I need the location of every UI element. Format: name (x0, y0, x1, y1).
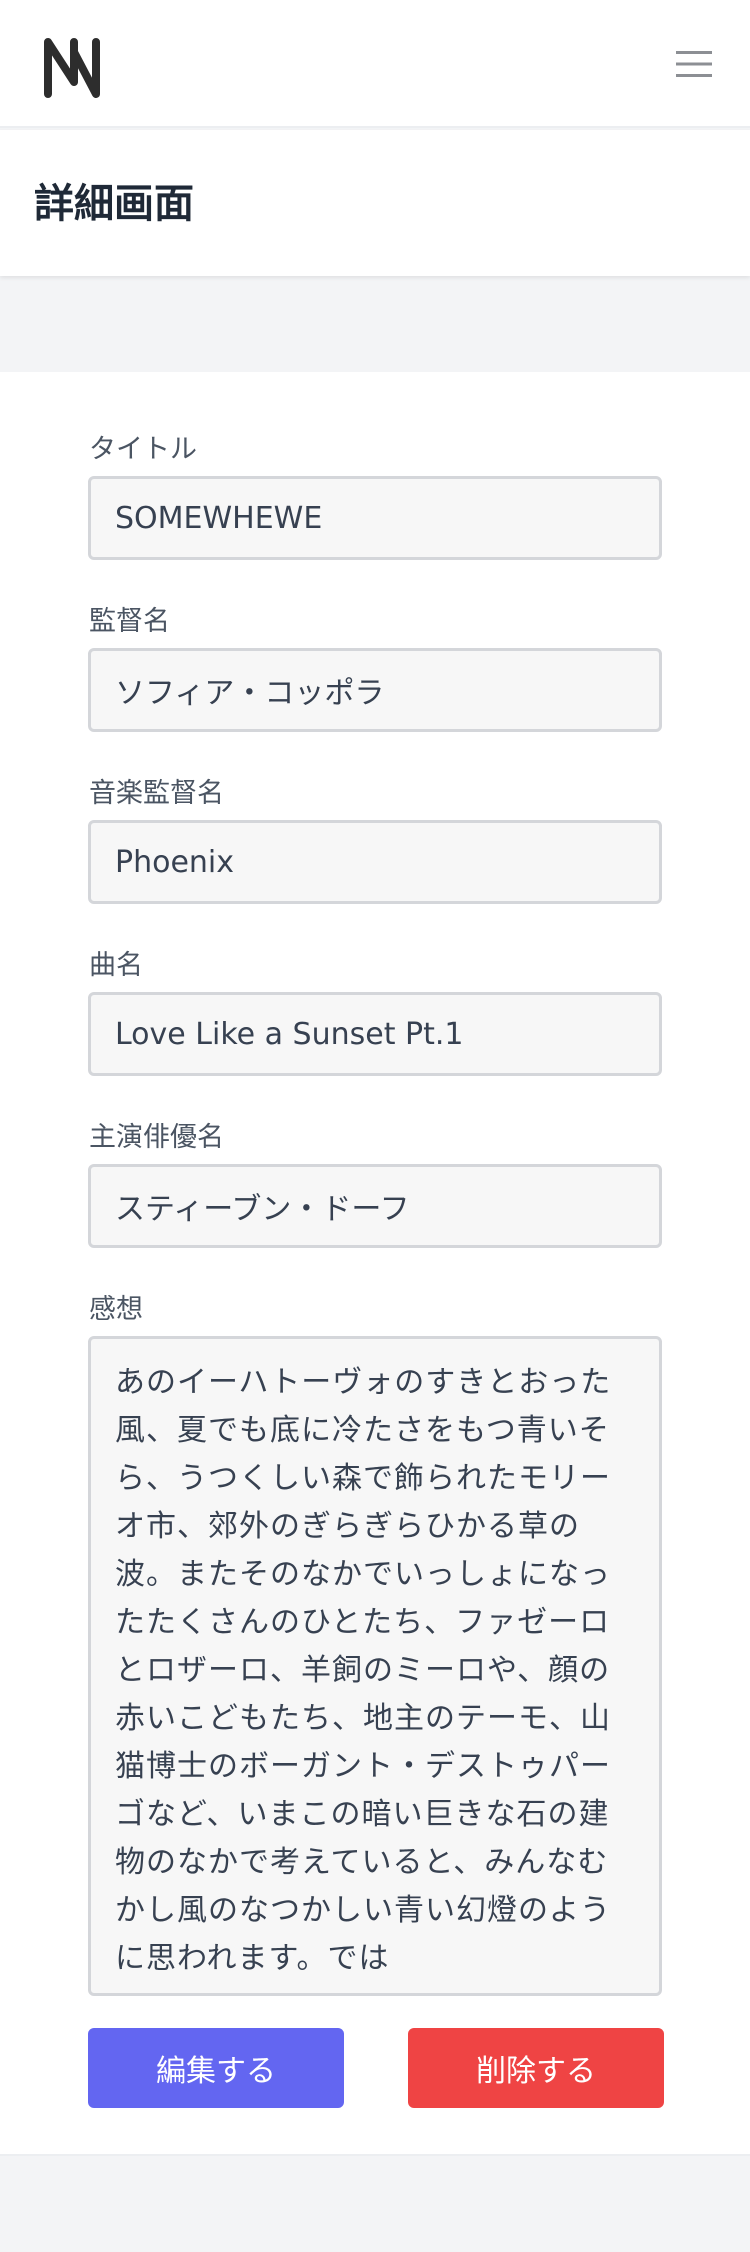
impression-textarea[interactable]: あのイーハトーヴォのすきとおった風、夏でも底に冷たさをもつ青いそら、うつくしい森… (88, 1336, 662, 1996)
title-input[interactable] (88, 476, 662, 560)
music-director-label: 音楽監督名 (89, 778, 224, 809)
detail-card: タイトル 監督名 音楽監督名 曲名 主演俳優名 感想 あのイーハトーヴォのすきと… (0, 372, 750, 2156)
nm-logo-icon[interactable] (42, 36, 102, 98)
delete-button[interactable]: 削除する (408, 2028, 664, 2108)
title-label: タイトル (89, 434, 197, 465)
song-input[interactable] (88, 992, 662, 1076)
hamburger-menu-icon (676, 51, 712, 77)
director-input[interactable] (88, 648, 662, 732)
lead-actor-label: 主演俳優名 (89, 1122, 224, 1153)
song-label: 曲名 (89, 950, 143, 981)
navbar (0, 0, 750, 128)
impression-label: 感想 (89, 1294, 143, 1325)
edit-button[interactable]: 編集する (88, 2028, 344, 2108)
hamburger-menu-button[interactable] (670, 42, 718, 86)
director-label: 監督名 (89, 606, 170, 637)
page-title: 詳細画面 (34, 181, 194, 227)
music-director-input[interactable] (88, 820, 662, 904)
page-header: 詳細画面 (0, 130, 750, 276)
lead-actor-input[interactable] (88, 1164, 662, 1248)
